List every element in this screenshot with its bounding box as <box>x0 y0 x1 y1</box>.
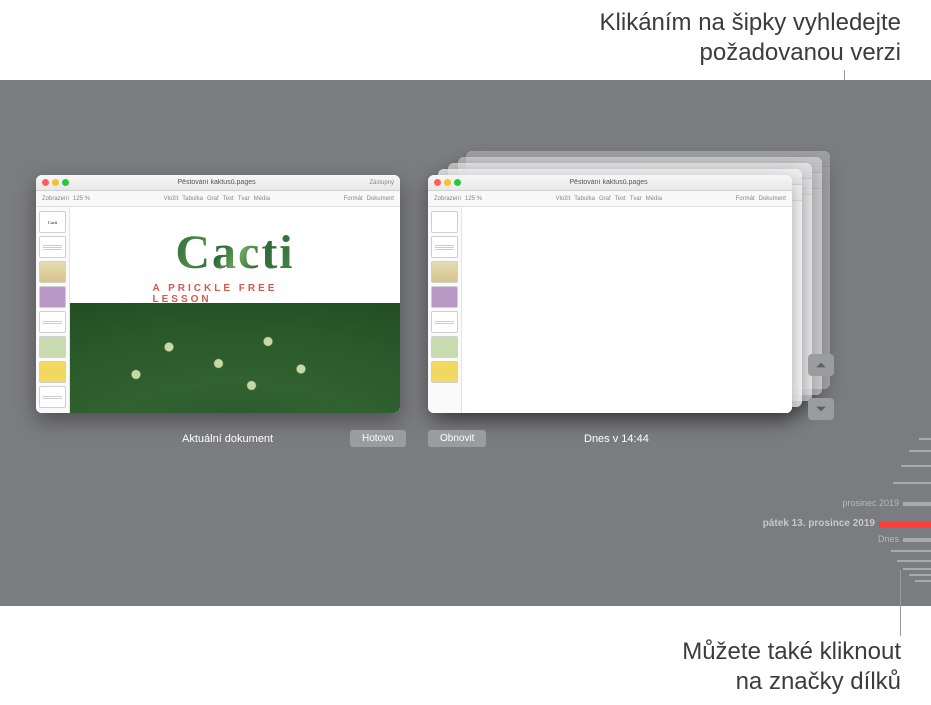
toolbar-chart[interactable]: Graf <box>207 196 219 202</box>
slide-thumb[interactable] <box>431 211 458 233</box>
toolbar-view[interactable]: Zobrazení <box>434 196 461 202</box>
minimize-icon[interactable] <box>444 179 451 186</box>
callout-ticks: Můžete také kliknout na značky dílků <box>682 637 901 697</box>
timeline-tick[interactable] <box>909 450 931 452</box>
timeline-tick[interactable] <box>891 550 931 552</box>
toolbar-table[interactable]: Tabulka <box>182 196 203 202</box>
zoom-icon[interactable] <box>62 179 69 186</box>
slide-thumb[interactable] <box>431 336 458 358</box>
slide-thumb[interactable] <box>39 361 66 383</box>
toolbar-zoom[interactable]: 125 % <box>465 196 482 202</box>
close-icon[interactable] <box>434 179 441 186</box>
content-area: Cacti Cacti A Prickle Free Lesson <box>36 207 400 413</box>
callout-arrows-line2: požadovanou verzi <box>600 38 901 68</box>
titlebar: Pěstování kaktusů.pages Zástupný <box>36 175 400 191</box>
current-document-window: Pěstování kaktusů.pages Zástupný Zobraze… <box>36 175 400 413</box>
page-title: Cacti <box>175 225 294 280</box>
timeline-tick[interactable] <box>897 560 931 562</box>
version-browser: Pěstování kaktusů.pages Zástupný Zobraze… <box>0 80 931 606</box>
callout-arrows: Klikáním na šipky vyhledejte požadovanou… <box>600 8 901 68</box>
document-canvas[interactable]: Cacti A Prickle Free Lesson <box>70 207 400 413</box>
slide-thumb[interactable] <box>39 311 66 333</box>
window-title: Pěstování kaktusů.pages <box>464 179 753 186</box>
toolbar-view[interactable]: Zobrazení <box>42 196 69 202</box>
chevron-up-icon <box>815 359 827 371</box>
timeline-selected-label: pátek 13. prosince 2019 <box>763 518 875 529</box>
timeline-tick[interactable] <box>909 574 931 576</box>
minimize-icon[interactable] <box>52 179 59 186</box>
callout-ticks-line1: Můžete také kliknout <box>682 637 901 667</box>
toolbar: Zobrazení 125 % Vložit Tabulka Graf Text… <box>36 191 400 207</box>
callout-arrows-line1: Klikáním na šipky vyhledejte <box>600 8 901 38</box>
page-subtitle: A Prickle Free Lesson <box>153 283 318 305</box>
slide-thumb[interactable] <box>39 386 66 408</box>
slide-thumb[interactable] <box>431 361 458 383</box>
timeline-tick[interactable] <box>903 502 931 506</box>
timeline-month-label: prosinec 2019 <box>842 498 899 508</box>
toolbar-text[interactable]: Text <box>615 196 626 202</box>
titlebar: Pěstování kaktusů.pages <box>428 175 792 191</box>
timeline-tick[interactable] <box>903 538 931 542</box>
version-document-window: Pěstování kaktusů.pages Zobrazení 125 % … <box>428 175 792 413</box>
slides-sidebar <box>428 207 462 413</box>
toolbar: Zobrazení 125 % Vložit Tabulka Graf Text… <box>428 191 792 207</box>
current-document-label: Aktuální dokument <box>182 433 273 445</box>
slide-thumb[interactable]: Cacti <box>39 211 66 233</box>
slide-thumb[interactable] <box>39 336 66 358</box>
version-timeline: prosinec 2019 pátek 13. prosince 2019 Dn… <box>841 410 931 590</box>
slide-thumb[interactable] <box>39 261 66 283</box>
toolbar-media[interactable]: Média <box>254 196 270 202</box>
callout-ticks-line2: na značky dílků <box>682 667 901 697</box>
slide-thumb[interactable] <box>431 236 458 258</box>
timeline-tick[interactable] <box>919 438 931 440</box>
toolbar-media[interactable]: Média <box>646 196 662 202</box>
slide-thumb[interactable] <box>431 286 458 308</box>
timeline-tick[interactable] <box>901 465 931 467</box>
toolbar-table[interactable]: Tabulka <box>574 196 595 202</box>
slide-thumb[interactable] <box>39 286 66 308</box>
toolbar-shape[interactable]: Tvar <box>630 196 642 202</box>
toolbar-document[interactable]: Dokument <box>759 196 786 202</box>
version-timestamp-label: Dnes v 14:44 <box>584 433 649 445</box>
close-icon[interactable] <box>42 179 49 186</box>
content-area <box>428 207 792 413</box>
previous-version-button[interactable] <box>808 354 834 376</box>
share-label: Zástupný <box>364 180 394 186</box>
toolbar-document[interactable]: Dokument <box>367 196 394 202</box>
slide-thumb[interactable] <box>431 311 458 333</box>
restore-button[interactable]: Obnovit <box>428 430 486 447</box>
window-title: Pěstování kaktusů.pages <box>72 179 361 186</box>
next-version-button[interactable] <box>808 398 834 420</box>
leader-line-bottom <box>900 570 901 636</box>
toolbar-shape[interactable]: Tvar <box>238 196 250 202</box>
timeline-tick[interactable] <box>893 482 931 484</box>
document-canvas[interactable] <box>462 207 792 413</box>
toolbar-format[interactable]: Formát <box>736 196 755 202</box>
toolbar-chart[interactable]: Graf <box>599 196 611 202</box>
slide-thumb[interactable] <box>431 261 458 283</box>
timeline-tick[interactable] <box>915 580 931 582</box>
toolbar-format[interactable]: Formát <box>344 196 363 202</box>
timeline-tick[interactable] <box>903 568 931 570</box>
toolbar-text[interactable]: Text <box>223 196 234 202</box>
toolbar-insert[interactable]: Vložit <box>556 196 571 202</box>
slides-sidebar: Cacti <box>36 207 70 413</box>
done-button[interactable]: Hotovo <box>350 430 406 447</box>
slide-thumb[interactable] <box>39 236 66 258</box>
toolbar-insert[interactable]: Vložit <box>164 196 179 202</box>
zoom-icon[interactable] <box>454 179 461 186</box>
timeline-tick-selected[interactable] <box>879 522 931 528</box>
toolbar-zoom[interactable]: 125 % <box>73 196 90 202</box>
timeline-today-label: Dnes <box>878 534 899 544</box>
chevron-down-icon <box>815 403 827 415</box>
cactus-image <box>70 303 400 413</box>
